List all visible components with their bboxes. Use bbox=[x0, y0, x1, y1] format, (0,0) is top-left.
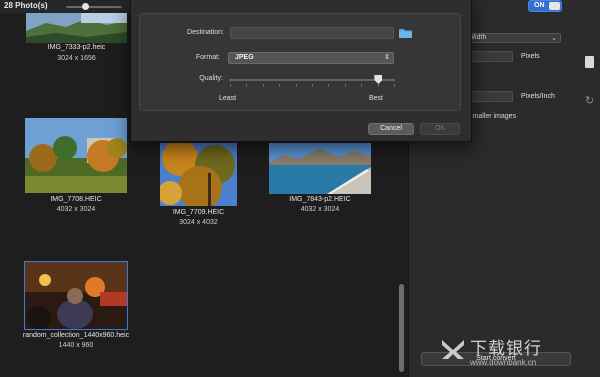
pixels-unit-label: Pixels bbox=[521, 53, 540, 60]
quality-tick bbox=[279, 84, 281, 87]
photo-dimensions: 3024 x 4032 bbox=[179, 219, 218, 226]
resolution-unit-label: Pixels/Inch bbox=[521, 93, 555, 100]
quality-tick bbox=[361, 84, 363, 87]
cancel-label: Cancel bbox=[380, 125, 402, 132]
photo-thumbnail[interactable] bbox=[25, 118, 127, 193]
photo-dimensions: 1440 x 960 bbox=[58, 342, 94, 349]
photo-thumbnail[interactable] bbox=[269, 143, 371, 194]
photo-dimensions: 4032 x 3024 bbox=[56, 206, 96, 213]
chevron-updown-icon: ⇕ bbox=[384, 54, 390, 61]
quality-tick bbox=[262, 84, 264, 87]
chevron-down-icon: ⌄ bbox=[551, 35, 557, 42]
destination-label: Destination: bbox=[187, 29, 224, 36]
format-value: JPEG bbox=[235, 54, 254, 61]
toggle-knob bbox=[549, 2, 560, 10]
quality-tick bbox=[312, 84, 313, 87]
ok-button[interactable]: OK bbox=[420, 123, 460, 135]
photo-filename: IMG_7708.HEIC bbox=[50, 196, 102, 203]
quality-tick bbox=[230, 84, 231, 87]
quality-tick bbox=[328, 84, 330, 87]
photo-dimensions: 3024 x 1656 bbox=[57, 55, 96, 62]
thumbnail-size-slider[interactable] bbox=[66, 6, 122, 8]
photo-filename: IMG_7843-p2.HEIC bbox=[289, 196, 351, 203]
watermark-url: www.downbank.cn bbox=[470, 358, 537, 367]
quality-tick bbox=[344, 84, 346, 87]
quality-tick bbox=[295, 84, 297, 87]
export-dialog: Destination: Format: JPEG ⇕ Quality: Lea… bbox=[130, 0, 472, 142]
watermark: 下载银行 www.downbank.cn bbox=[440, 334, 600, 374]
quality-slider[interactable] bbox=[229, 79, 395, 81]
cancel-button[interactable]: Cancel bbox=[368, 123, 414, 135]
export-options-box: Destination: Format: JPEG ⇕ Quality: Lea… bbox=[139, 13, 461, 111]
format-label: Format: bbox=[195, 54, 220, 61]
watermark-text: 下载银行 bbox=[470, 339, 542, 359]
destination-field[interactable] bbox=[230, 27, 394, 39]
photo-filename: IMG_7709.HEIC bbox=[172, 209, 225, 216]
photo-thumbnail[interactable] bbox=[160, 143, 237, 206]
quality-tick bbox=[246, 84, 248, 87]
ok-label: OK bbox=[434, 125, 446, 132]
quality-least-label: Least bbox=[219, 95, 237, 102]
quality-label: Quality: bbox=[199, 75, 223, 82]
photo-count: 28 Photo(s) bbox=[4, 1, 48, 10]
resize-mode-select[interactable]: y Width ⌄ bbox=[459, 33, 561, 43]
toggle-label: ON bbox=[534, 2, 545, 9]
refresh-icon[interactable]: ↻ bbox=[585, 94, 594, 107]
browser-scrollbar[interactable] bbox=[399, 284, 404, 372]
quality-tick bbox=[394, 84, 395, 87]
photo-filename: random_collection_1440x960.heic bbox=[22, 332, 130, 339]
photo-thumbnail-selected[interactable] bbox=[24, 261, 128, 330]
watermark-logo bbox=[442, 340, 464, 359]
folder-icon[interactable] bbox=[399, 28, 412, 38]
smaller-images-label: smaller images bbox=[469, 113, 517, 120]
format-select[interactable]: JPEG ⇕ bbox=[228, 52, 394, 64]
photo-dimensions: 4032 x 3024 bbox=[300, 206, 340, 213]
thumbnail-size-slider-knob[interactable] bbox=[82, 3, 89, 10]
quality-tick bbox=[377, 84, 379, 87]
quality-best-label: Best bbox=[369, 95, 384, 102]
quality-slider-knob[interactable] bbox=[374, 75, 383, 84]
enable-toggle[interactable]: ON bbox=[528, 0, 562, 12]
document-icon[interactable] bbox=[585, 56, 594, 68]
photo-filename: IMG_7333-p2.heic bbox=[47, 44, 106, 51]
photo-thumbnail[interactable] bbox=[26, 13, 127, 43]
